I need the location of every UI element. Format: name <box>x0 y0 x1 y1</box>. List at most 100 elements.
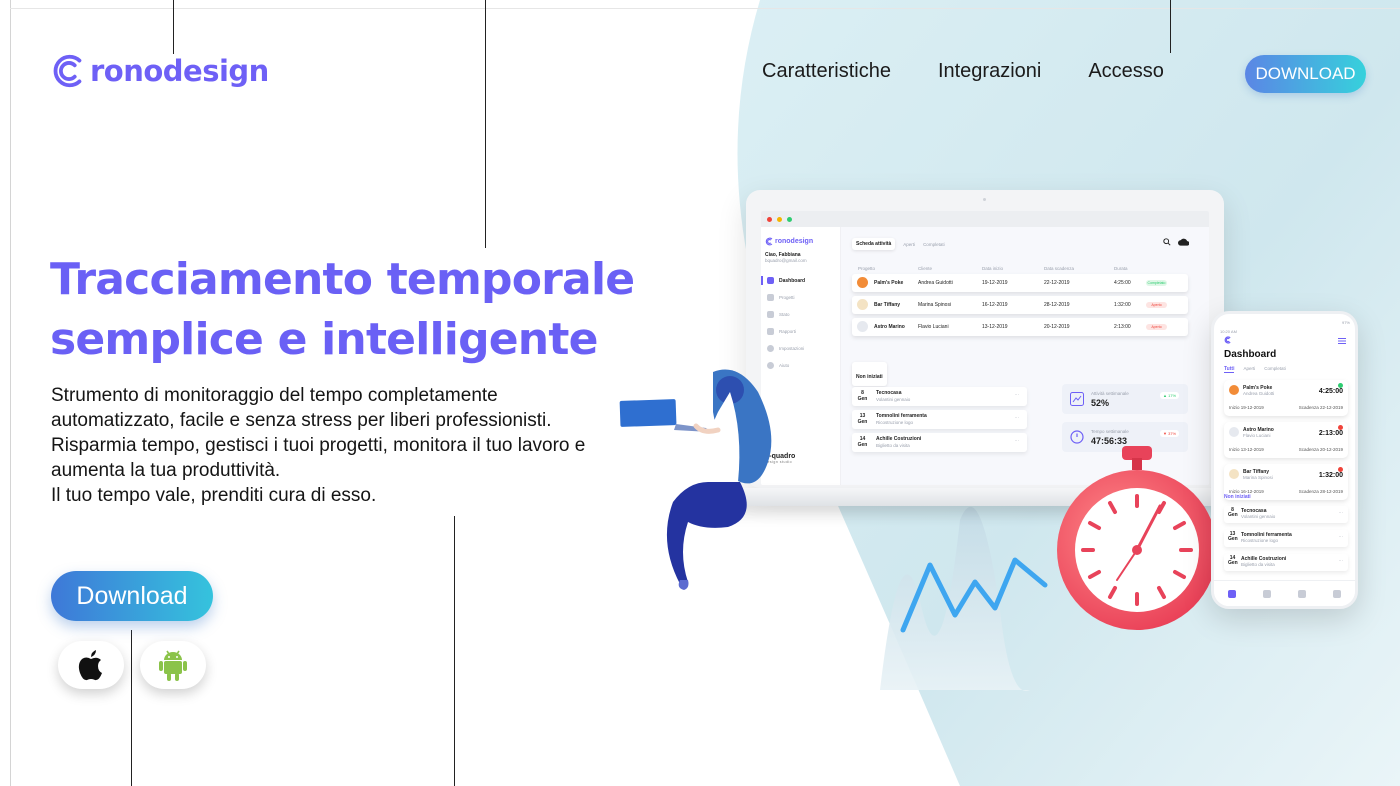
card-client: Andrea Guidotti <box>1243 391 1275 396</box>
task-title: Tecnocasa <box>876 390 902 396</box>
app-sidebar-item-rapporti[interactable]: Rapporti <box>765 327 841 336</box>
app-sidebar-label: Impostazioni <box>779 346 805 351</box>
annotation-line <box>454 516 455 786</box>
card-end: Scadenza 28-12-2019 <box>1298 489 1343 494</box>
stat-label: Attività settimanale <box>1091 391 1129 396</box>
more-icon[interactable]: ··· <box>1015 438 1020 443</box>
android-icon <box>159 650 187 681</box>
brand-logo[interactable]: ronodesign <box>50 52 269 90</box>
grid-icon <box>767 294 774 301</box>
phone-tab-completati[interactable]: Completati <box>1264 366 1286 373</box>
home-icon[interactable] <box>1227 589 1236 598</box>
phone-battery: 97% <box>1341 320 1350 325</box>
hero-download-button[interactable]: Download <box>51 571 213 621</box>
row-start: 13-12-2019 <box>982 324 1008 330</box>
task-card[interactable]: 13 Gen Tomnolini ferramenta Ricostruzion… <box>852 410 1027 429</box>
task-sub: Ricostruzione logo <box>876 420 914 425</box>
home-icon <box>767 277 774 284</box>
phone-project-card[interactable]: Astro Marino Flavio Luciani 2:13:00 Iniz… <box>1224 422 1348 458</box>
cloud-icon[interactable] <box>1178 238 1189 246</box>
task-date: 8 Gen <box>856 390 869 402</box>
stopwatch-icon <box>1057 446 1217 630</box>
stat-label: Tempo settimanale <box>1091 429 1129 434</box>
hero-description-p2: Risparmia tempo, gestisci i tuoi progett… <box>51 435 586 481</box>
phone-tabs: Tutti Aperti Completati <box>1224 366 1286 373</box>
card-duration: 1:32:00 <box>1318 472 1343 479</box>
phone-task[interactable]: 14 Gen Achille Costruzioni Biglietto da v… <box>1224 554 1348 571</box>
top-nav: Caratteristiche Integrazioni Accesso <box>762 60 1211 83</box>
app-tab-aperti[interactable]: Aperti <box>903 242 915 247</box>
phone-time: 10:20 AM <box>1220 329 1237 334</box>
row-duration: 2:13:00 <box>1114 324 1131 330</box>
row-project: Astro Marino <box>874 324 905 330</box>
app-tab-completati[interactable]: Completati <box>923 242 945 247</box>
phone-tab-tutti[interactable]: Tutti <box>1224 366 1235 373</box>
nav-link-accesso[interactable]: Accesso <box>1088 60 1164 83</box>
more-icon[interactable]: ··· <box>1015 415 1020 420</box>
window-titlebar <box>761 211 1209 227</box>
more-icon[interactable]: ··· <box>1339 558 1344 563</box>
table-row[interactable]: Palm's Poke Andrea Guidotti 19-12-2019 2… <box>852 274 1188 292</box>
not-started-tab[interactable]: Non iniziati <box>852 362 887 386</box>
more-icon[interactable]: ··· <box>1015 392 1020 397</box>
frame-border <box>10 0 11 786</box>
task-month: Gen <box>857 396 868 402</box>
task-title: Achille Costruzioni <box>876 436 922 442</box>
app-sidebar-label: Progetti <box>779 295 795 300</box>
task-card[interactable]: 14 Gen Achille Costruzioni Biglietto da … <box>852 433 1027 452</box>
search-icon[interactable] <box>1163 238 1171 246</box>
row-project: Bar Tiffany <box>874 302 901 308</box>
phone-mockup: 10:20 AM 97% Dashboard Tutti Aperti Comp… <box>1211 311 1358 609</box>
row-duration: 4:25:00 <box>1114 280 1131 286</box>
row-client: Marina Spinosi <box>918 302 952 308</box>
app-logo: ronodesign <box>765 237 813 246</box>
row-end: 28-12-2019 <box>1044 302 1070 308</box>
bar-chart-icon[interactable] <box>1333 589 1342 598</box>
app-logo-icon <box>765 237 773 246</box>
table-row[interactable]: Astro Marino Flavio Luciani 13-12-2019 2… <box>852 318 1188 336</box>
status-badge: Completato <box>1146 280 1167 286</box>
android-store-button[interactable] <box>140 641 206 689</box>
phone-logo-icon <box>1224 336 1231 344</box>
hero-description-p1: Strumento di monitoraggio del tempo comp… <box>51 385 552 431</box>
apple-store-button[interactable] <box>58 641 124 689</box>
sliders-icon[interactable] <box>1298 589 1307 598</box>
project-avatar <box>857 321 868 332</box>
phone-project-card[interactable]: Palm's Poke Andrea Guidotti 4:25:00 Iniz… <box>1224 380 1348 416</box>
card-duration: 2:13:00 <box>1318 430 1343 437</box>
more-icon[interactable]: ··· <box>1339 534 1344 539</box>
table-row[interactable]: Bar Tiffany Marina Spinosi 16-12-2019 28… <box>852 296 1188 314</box>
project-avatar <box>857 277 868 288</box>
phone-tab-aperti[interactable]: Aperti <box>1243 366 1255 373</box>
phone-task[interactable]: 8 Gen Tecnocasa Volantini gennaio ··· <box>1224 506 1348 523</box>
project-avatar <box>1229 469 1239 479</box>
phone-task[interactable]: 13 Gen Tomnolini ferramenta Ricostruzione… <box>1224 530 1348 547</box>
app-sidebar-item-progetti[interactable]: Progetti <box>765 293 841 302</box>
phone-bottom-nav <box>1214 580 1355 606</box>
card-client: Flavio Luciani <box>1243 433 1271 438</box>
app-sidebar-item-dashboard[interactable]: Dashboard <box>761 276 841 285</box>
hamburger-menu-icon[interactable] <box>1338 338 1346 344</box>
logo-mark-icon <box>53 54 82 88</box>
row-client: Andrea Guidotti <box>918 280 953 286</box>
nav-link-caratteristiche[interactable]: Caratteristiche <box>762 60 891 83</box>
row-end: 20-12-2019 <box>1044 324 1070 330</box>
task-card[interactable]: 8 Gen Tecnocasa Volantini gennaio ··· <box>852 387 1027 406</box>
not-started-label: Non iniziati <box>856 374 883 380</box>
task-date: 14 Gen <box>856 436 869 448</box>
nav-download-button[interactable]: DOWNLOAD <box>1245 55 1366 93</box>
grid-icon[interactable] <box>1262 589 1271 598</box>
more-icon[interactable]: ··· <box>1339 510 1344 515</box>
status-badge: Aperto <box>1146 324 1167 330</box>
status-badge: Aperto <box>1146 302 1167 308</box>
task-sub: Volantini gennaio <box>1241 514 1276 519</box>
nav-link-integrazioni[interactable]: Integrazioni <box>938 60 1041 83</box>
bar-chart-icon <box>767 328 774 335</box>
row-project: Palm's Poke <box>874 280 904 286</box>
table-header: Data inizio <box>982 266 1004 271</box>
app-user: Ciao, Fabbiana bquadro@gmail.com <box>765 252 807 263</box>
app-sidebar-item-stato[interactable]: Stato <box>765 310 841 319</box>
stat-delta: ▼ 37% <box>1160 430 1180 437</box>
app-tab-scheda[interactable]: Scheda attività <box>852 238 896 250</box>
window-close-dot <box>767 216 772 222</box>
